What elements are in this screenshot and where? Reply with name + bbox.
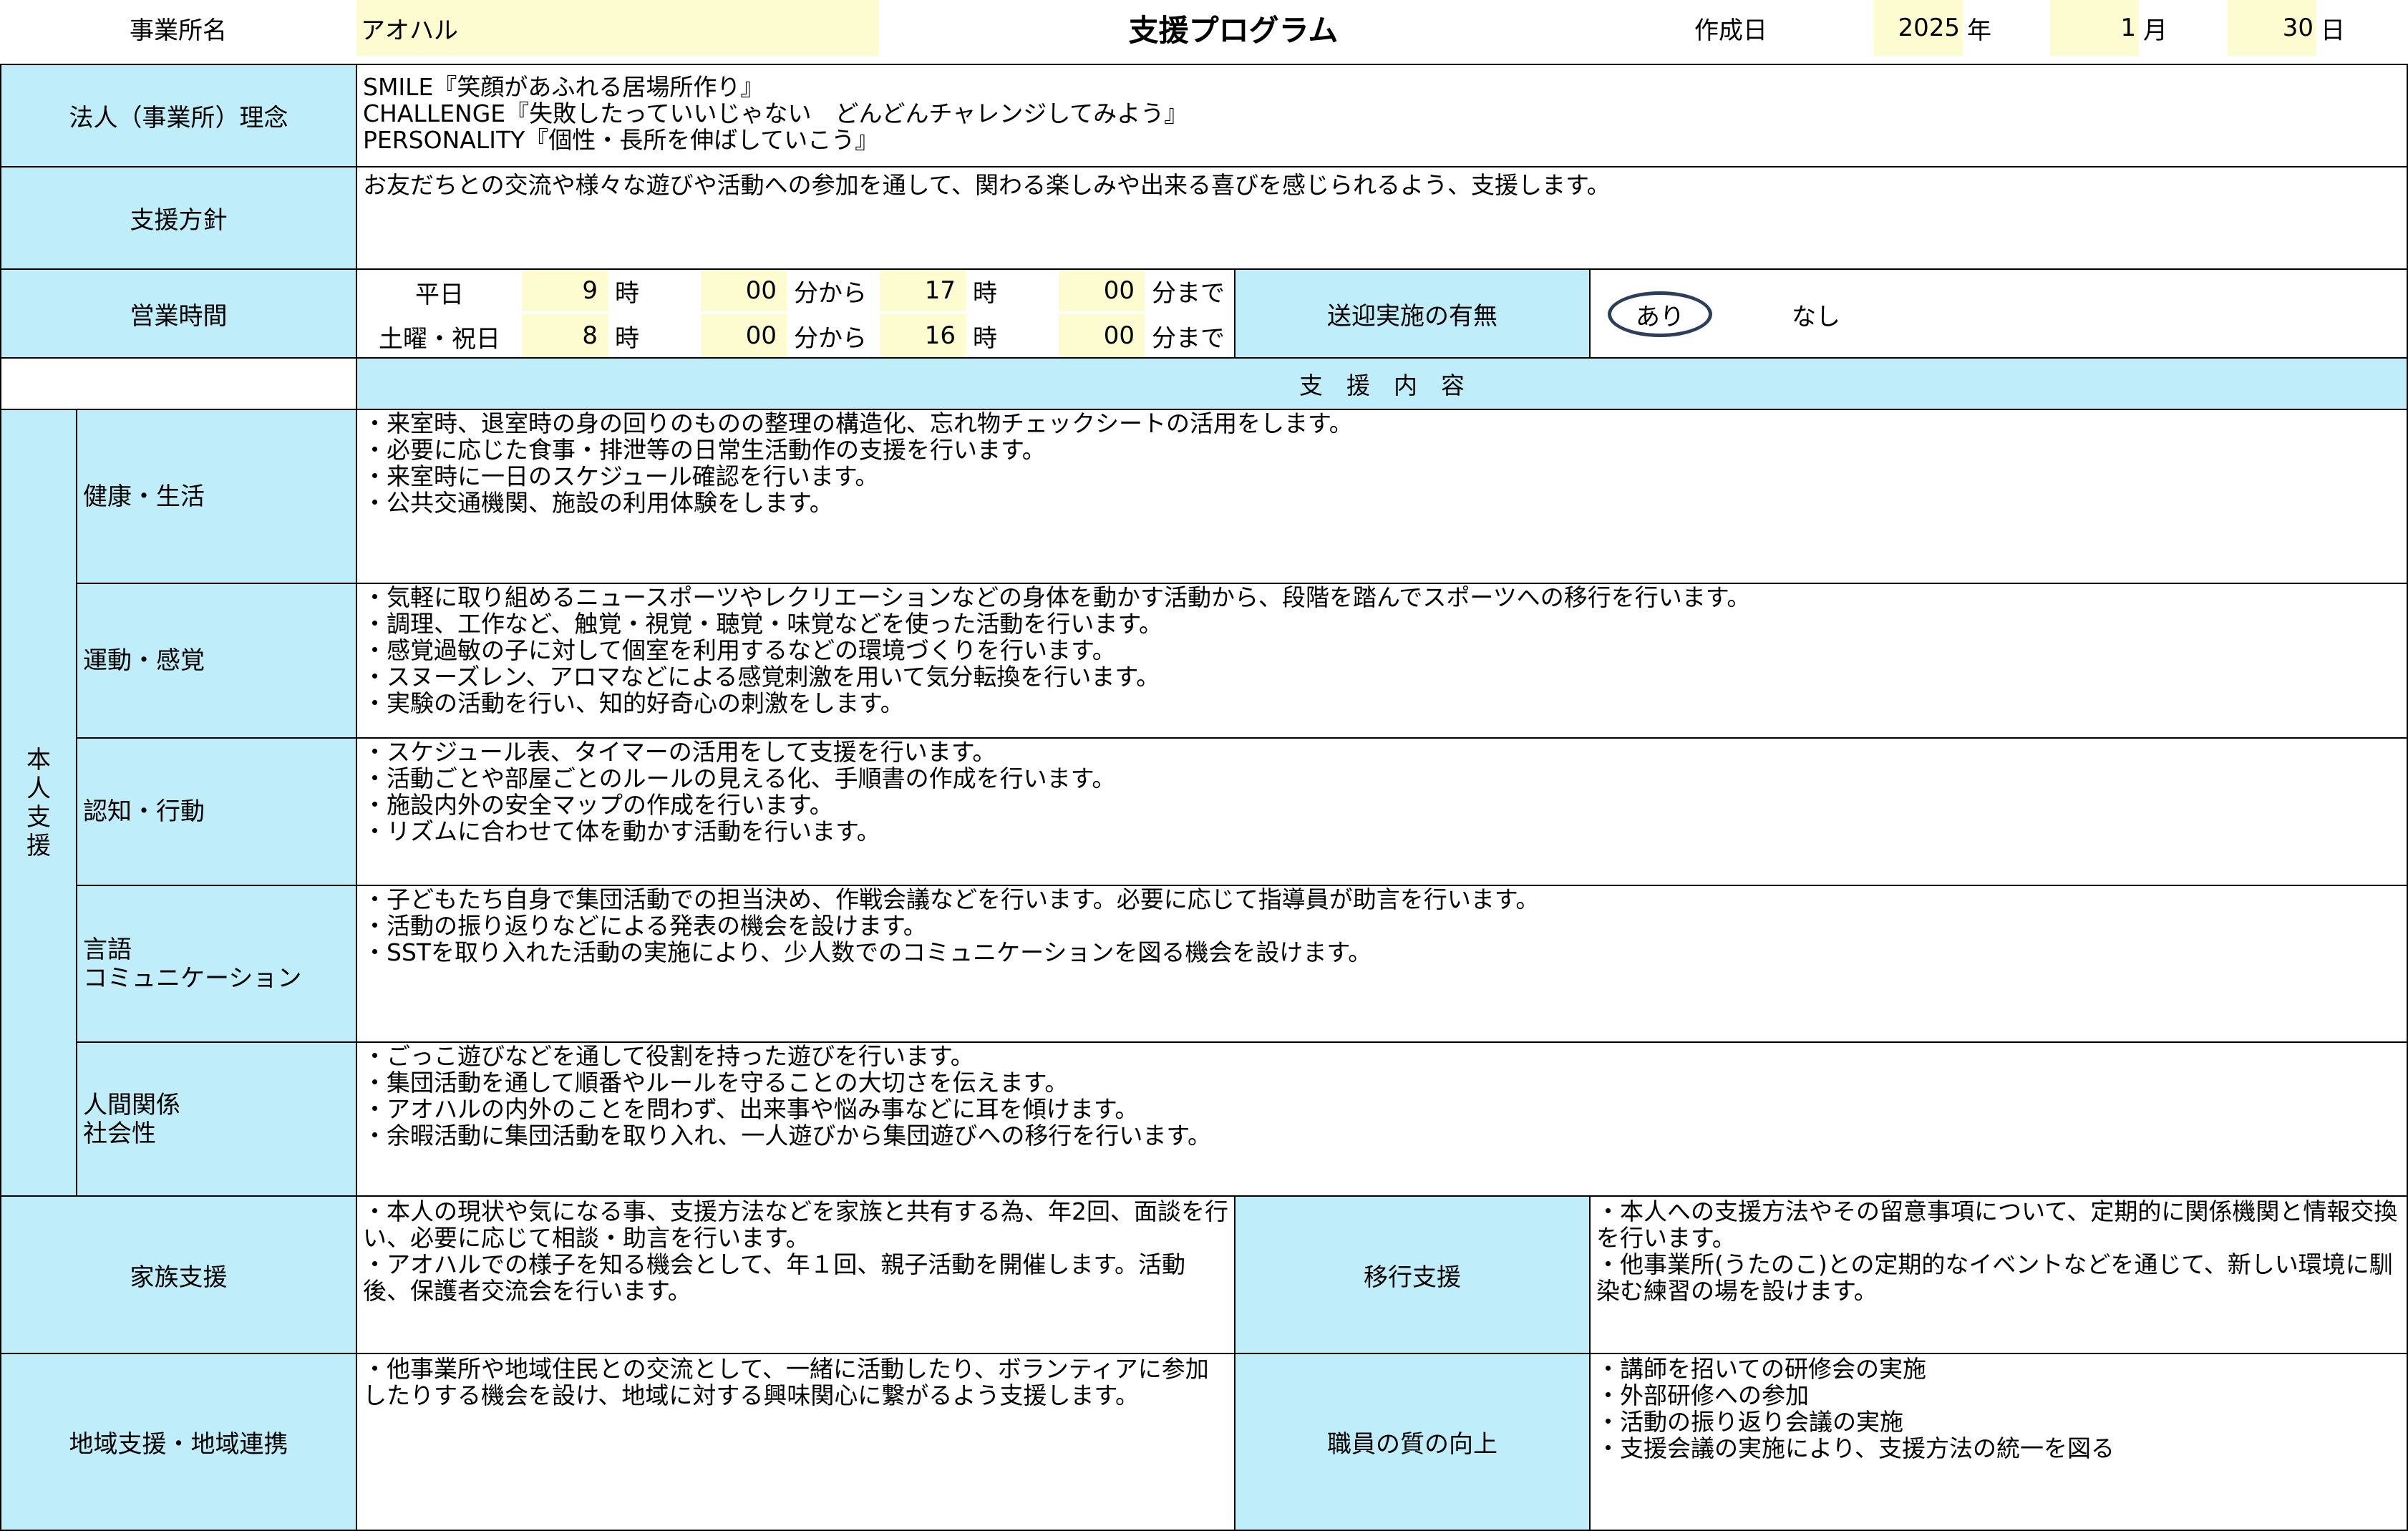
year-unit-label: 年 <box>1967 16 1991 45</box>
day-unit-label: 日 <box>2321 16 2345 45</box>
transport-label: 送迎実施の有無 <box>1234 268 1591 359</box>
transport-yes-option[interactable]: あり <box>1608 291 1712 337</box>
transition-support-label: 移行支援 <box>1234 1195 1591 1354</box>
weekday-until-unit: 分まで <box>1152 278 1225 308</box>
community-support-label: 地域支援・地域連携 <box>0 1353 357 1531</box>
weekend-end-minute[interactable]: 00 <box>1059 314 1145 357</box>
weekend-end-hour-unit: 時 <box>973 324 997 353</box>
weekday-end-hour-unit: 時 <box>973 278 997 308</box>
content-cognition-behavior: ・スケジュール表、タイマーの活用をして支援を行います。 ・活動ごとや部屋ごとのル… <box>356 737 2408 886</box>
support-content-header: 支 援 内 容 <box>356 357 2408 410</box>
content-relationships-social: ・ごっこ遊びなどを通して役割を持った遊びを行います。 ・集団活動を通して順番やル… <box>356 1041 2408 1197</box>
office-name-label: 事業所名 <box>130 16 227 45</box>
community-support-text: ・他事業所や地域住民との交流として、一緒に活動したり、ボランティアに参加したりす… <box>356 1353 1235 1531</box>
philosophy-label: 法人（事業所）理念 <box>0 64 357 167</box>
category-health-life: 健康・生活 <box>76 409 357 584</box>
content-motor-sensory: ・気軽に取り組めるニュースポーツやレクリエーションなどの身体を動かす活動から、段… <box>356 583 2408 739</box>
weekend-end-hour[interactable]: 16 <box>880 314 966 357</box>
category-language-communication: 言語 コミュニケーション <box>76 885 357 1043</box>
weekend-label: 土曜・祝日 <box>379 324 500 354</box>
weekend-start-minute[interactable]: 00 <box>701 314 787 357</box>
philosophy-text: SMILE『笑顔があふれる居場所作り』 CHALLENGE『失敗したっていいじゃ… <box>356 64 2408 167</box>
category-motor-sensory: 運動・感覚 <box>76 583 357 739</box>
transport-options: あり なし <box>1589 268 2408 359</box>
created-date-label: 作成日 <box>1694 16 1767 45</box>
created-month-field[interactable]: 1 <box>2050 0 2139 56</box>
created-day-field[interactable]: 30 <box>2228 0 2316 56</box>
weekday-end-minute[interactable]: 00 <box>1059 270 1145 311</box>
transition-support-text: ・本人への支援方法やその留意事項について、定期的に関係機関と情報交換を行います。… <box>1589 1195 2408 1354</box>
weekday-start-minute[interactable]: 00 <box>701 270 787 311</box>
category-relationships-social: 人間関係 社会性 <box>76 1041 357 1197</box>
weekend-hour-unit: 時 <box>615 324 639 353</box>
policy-text: お友だちとの交流や様々な遊びや活動への参加を通して、関わる楽しみや出来る喜びを感… <box>356 166 2408 270</box>
family-support-label: 家族支援 <box>0 1195 357 1354</box>
weekday-hour-unit: 時 <box>615 278 639 308</box>
policy-label: 支援方針 <box>0 166 357 270</box>
family-support-text: ・本人の現状や気になる事、支援方法などを家族と共有する為、年2回、面談を行い、必… <box>356 1195 1235 1354</box>
support-content-spacer <box>0 357 357 410</box>
created-year-field[interactable]: 2025 <box>1874 0 1963 56</box>
weekend-start-hour[interactable]: 8 <box>522 314 608 357</box>
weekday-start-hour[interactable]: 9 <box>522 270 608 311</box>
page-title: 支援プログラム <box>1128 12 1339 48</box>
month-unit-label: 月 <box>2143 16 2167 45</box>
category-cognition-behavior: 認知・行動 <box>76 737 357 886</box>
weekend-until-unit: 分まで <box>1152 324 1225 353</box>
business-hours-panel: 平日 9 時 00 分から 17 時 00 分まで 土曜・祝日 8 時 00 分… <box>356 268 1235 359</box>
office-name-field[interactable]: アオハル <box>356 0 879 56</box>
business-hours-label: 営業時間 <box>0 268 357 359</box>
weekday-from-unit: 分から <box>794 278 867 308</box>
content-health-life: ・来室時、退室時の身の回りのものの整理の構造化、忘れ物チェックシートの活用をしま… <box>356 409 2408 584</box>
weekday-label: 平日 <box>415 280 464 309</box>
staff-quality-text: ・講師を招いての研修会の実施 ・外部研修への参加 ・活動の振り返り会議の実施 ・… <box>1589 1353 2408 1531</box>
weekend-from-unit: 分から <box>794 324 867 353</box>
weekday-end-hour[interactable]: 17 <box>880 270 966 311</box>
content-language-communication: ・子どもたち自身で集団活動での担当決め、作戦会議などを行います。必要に応じて指導… <box>356 885 2408 1043</box>
transport-no-option[interactable]: なし <box>1769 291 1863 337</box>
personal-support-label: 本 人 支 援 <box>0 409 77 1197</box>
staff-quality-label: 職員の質の向上 <box>1234 1353 1591 1531</box>
